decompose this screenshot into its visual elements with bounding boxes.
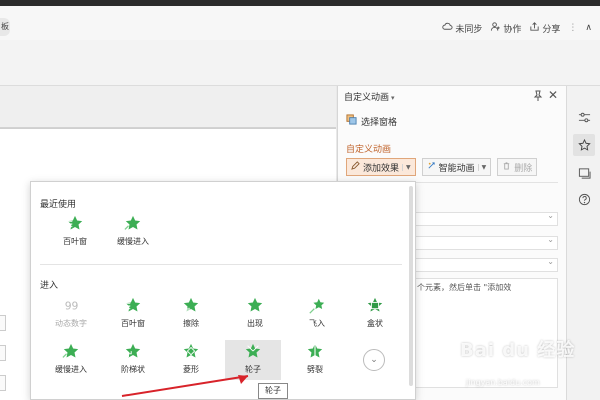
- modify-start-select[interactable]: [412, 211, 558, 226]
- effect-tooltip: 轮子: [258, 383, 288, 399]
- add-effect-dropdown: 最近使用 百叶窗 缓慢进入 进入 99 动态数字 百叶窗 擦除 出现 飞入 盒状…: [30, 181, 416, 400]
- recent-section-title: 最近使用: [40, 200, 77, 210]
- pin-icon[interactable]: [532, 90, 544, 102]
- trash-icon: [502, 161, 511, 173]
- effect-fly-in[interactable]: 飞入: [289, 294, 345, 334]
- effect-slow-in-recent[interactable]: 缓慢进入: [105, 212, 161, 252]
- stairs-effect-icon: [125, 343, 141, 358]
- titlebar-actions: 未同步 协作 分享 ⋮ ∧: [442, 18, 592, 38]
- collaborate-icon: [490, 21, 501, 35]
- collaborate-button[interactable]: 协作: [490, 21, 521, 35]
- popup-scrollbar[interactable]: [409, 186, 413, 386]
- share-label: 分享: [542, 24, 561, 35]
- collapse-ribbon-icon[interactable]: ∧: [585, 23, 592, 33]
- delete-label: 删除: [514, 163, 533, 174]
- close-icon[interactable]: ✕: [548, 89, 558, 101]
- pencil-icon: [351, 161, 360, 173]
- watermark-main: Bai du 经验: [460, 340, 576, 361]
- effect-label: 出现: [247, 319, 263, 328]
- smart-animation-label: 智能动画: [438, 163, 475, 174]
- effect-box[interactable]: 盒状: [347, 294, 403, 334]
- divider: [40, 264, 402, 265]
- animation-button-row: 添加效果 ▼ 智能动画 ▼ 删除: [346, 158, 538, 176]
- svg-text:99: 99: [65, 300, 79, 313]
- dynamic-number-effect-icon: 99: [65, 300, 79, 313]
- title-bar: 板 未同步 协作 分享 ⋮ ∧: [0, 6, 600, 40]
- effect-wipe[interactable]: 擦除: [163, 294, 219, 334]
- custom-animation-heading: 自定义动画: [346, 145, 392, 155]
- modify-property-select[interactable]: [412, 235, 558, 250]
- blinds-effect-icon: [125, 297, 141, 312]
- chevron-down-icon: ▾: [391, 94, 395, 102]
- watermark-url: jingyan.baidu.com: [466, 378, 540, 387]
- settings-sliders-icon[interactable]: [573, 106, 595, 128]
- effect-label: 动态数字: [55, 319, 87, 328]
- share-button[interactable]: 分享: [529, 21, 560, 35]
- modify-speed-select[interactable]: [412, 257, 558, 272]
- effect-label: 缓慢进入: [117, 237, 149, 246]
- wheel-effect-icon: [245, 343, 261, 358]
- add-effect-button[interactable]: 添加效果 ▼: [346, 158, 416, 176]
- chevron-down-icon: ▼: [402, 163, 411, 171]
- effect-split[interactable]: 劈裂: [287, 340, 343, 380]
- split-effect-icon: [307, 343, 323, 359]
- share-icon: [529, 21, 540, 35]
- effect-dynamic-number[interactable]: 99 动态数字: [43, 294, 99, 334]
- more-menu-icon[interactable]: ⋮: [568, 23, 577, 33]
- effect-label: 劈裂: [307, 365, 323, 374]
- sync-label: 未同步: [455, 24, 483, 35]
- slide-header-strip: [0, 86, 336, 128]
- document-tab[interactable]: 板: [0, 18, 10, 36]
- add-effect-label: 添加效果: [363, 163, 400, 174]
- select-pane-label: 选择窗格: [361, 117, 398, 128]
- effect-label: 盒状: [367, 319, 383, 328]
- more-effects-button[interactable]: ⌄: [363, 349, 385, 371]
- sync-button[interactable]: 未同步: [442, 21, 482, 35]
- effect-appear[interactable]: 出现: [227, 294, 283, 334]
- smart-animation-button[interactable]: 智能动画 ▼: [421, 158, 492, 176]
- slow-in-effect-icon: [62, 343, 79, 358]
- wipe-effect-icon: [182, 297, 199, 314]
- enter-section-title: 进入: [40, 281, 59, 291]
- effect-label: 飞入: [309, 319, 325, 328]
- cloud-icon: [442, 21, 453, 35]
- slide-element-handle[interactable]: [0, 375, 6, 391]
- select-pane-button[interactable]: 选择窗格: [346, 114, 397, 128]
- effect-blinds[interactable]: 百叶窗: [105, 294, 161, 334]
- collaborate-label: 协作: [503, 24, 522, 35]
- effect-slow-in[interactable]: 缓慢进入: [43, 340, 99, 380]
- chevron-down-icon: ▼: [477, 163, 486, 171]
- effect-label: 缓慢进入: [55, 365, 87, 374]
- diamond-effect-icon: [183, 343, 199, 358]
- effect-blinds-recent[interactable]: 百叶窗: [47, 212, 103, 252]
- smart-animation-icon: [427, 161, 436, 173]
- slow-in-effect-icon: [124, 215, 141, 230]
- delete-button[interactable]: 删除: [497, 158, 538, 176]
- animation-star-icon[interactable]: [573, 134, 595, 156]
- effect-label: 百叶窗: [121, 319, 145, 328]
- effect-label: 百叶窗: [63, 237, 87, 246]
- blinds-effect-icon: [67, 215, 83, 230]
- effect-label: 擦除: [183, 319, 199, 328]
- slide-element-handle[interactable]: [0, 345, 6, 361]
- slide-element-handle[interactable]: [0, 315, 6, 331]
- select-pane-icon: [346, 114, 357, 128]
- pane-title-label: 自定义动画: [344, 93, 390, 103]
- annotation-arrow: [121, 375, 249, 397]
- appear-effect-icon: [247, 297, 263, 312]
- watermark-logo: Bai du 经验 jingyan.baidu.com: [460, 336, 600, 400]
- pane-title[interactable]: 自定义动画 ▾: [344, 90, 395, 103]
- chevron-down-icon: ⌄: [370, 355, 378, 365]
- box-effect-icon: [367, 297, 383, 312]
- help-icon[interactable]: [573, 188, 595, 210]
- ribbon: [0, 40, 600, 86]
- slide-transition-icon[interactable]: [573, 162, 595, 184]
- fly-in-effect-icon: [309, 298, 325, 314]
